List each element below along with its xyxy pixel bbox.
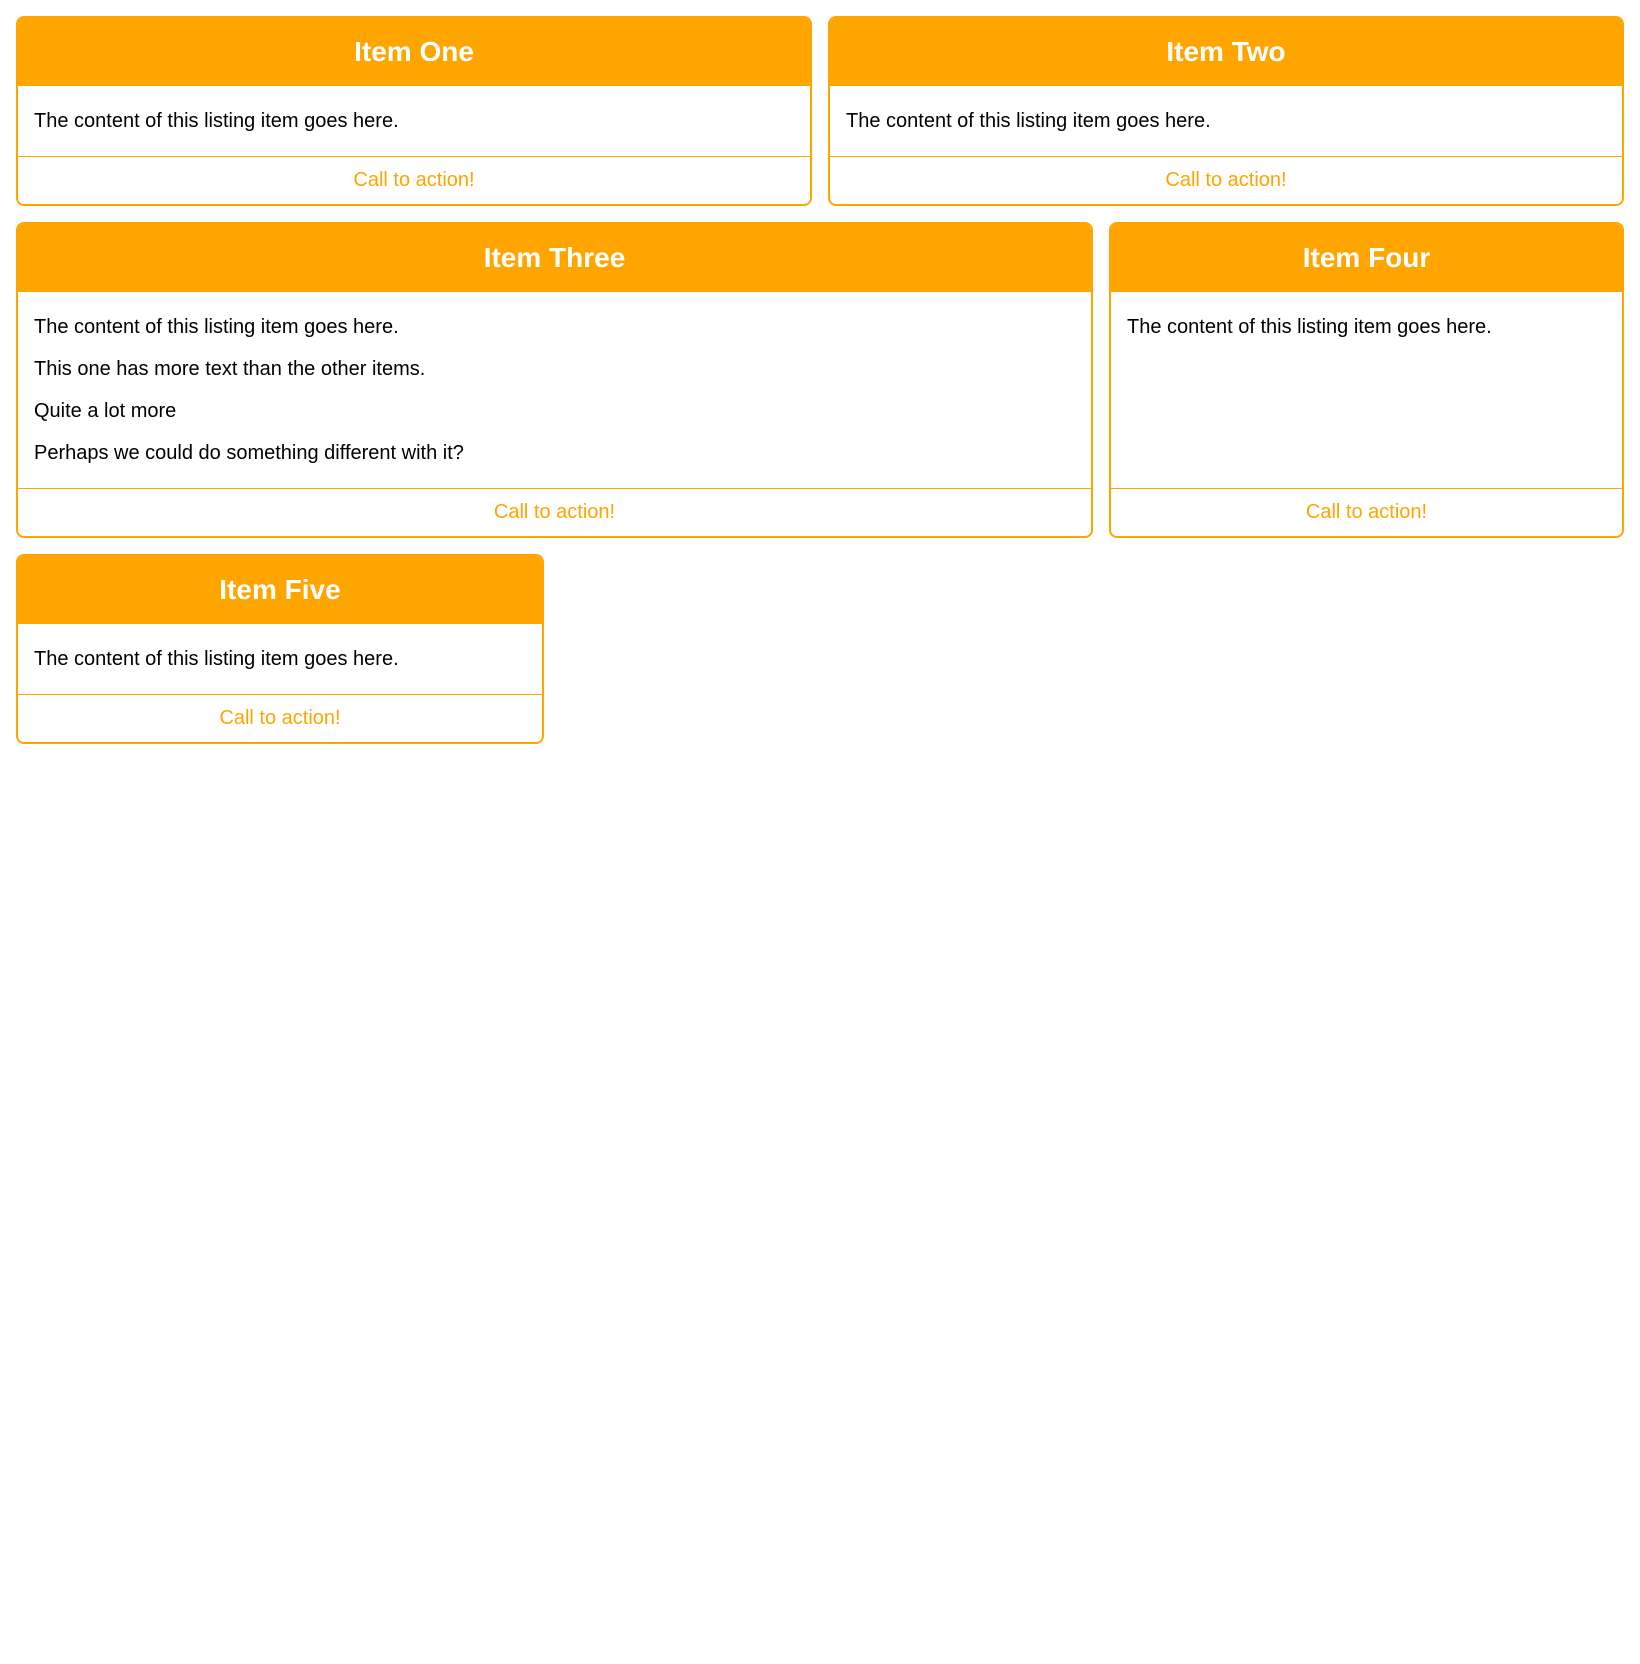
row-2: Item Three The content of this listing i… <box>16 222 1624 538</box>
card-header-item-one: Item One <box>18 18 810 86</box>
card-action-item-three[interactable]: Call to action! <box>494 501 615 524</box>
card-content-item-one: The content of this listing item goes he… <box>34 106 794 136</box>
card-header-item-two: Item Two <box>830 18 1622 86</box>
card-content-item-three-4: Perhaps we could do something different … <box>34 438 1075 468</box>
row-3: Item Five The content of this listing it… <box>16 554 1624 744</box>
card-title-item-five: Item Five <box>219 574 340 605</box>
card-title-item-three: Item Three <box>484 242 626 273</box>
card-action-item-one[interactable]: Call to action! <box>353 169 474 192</box>
card-content-item-two: The content of this listing item goes he… <box>846 106 1606 136</box>
card-footer-item-five: Call to action! <box>18 694 542 742</box>
card-footer-item-three: Call to action! <box>18 488 1091 536</box>
card-header-item-three: Item Three <box>18 224 1091 292</box>
card-body-item-five: The content of this listing item goes he… <box>18 624 542 694</box>
card-content-item-three-1: The content of this listing item goes he… <box>34 312 1075 342</box>
card-action-item-four[interactable]: Call to action! <box>1306 501 1427 524</box>
card-body-item-two: The content of this listing item goes he… <box>830 86 1622 156</box>
card-body-item-one: The content of this listing item goes he… <box>18 86 810 156</box>
card-item-four: Item Four The content of this listing it… <box>1109 222 1624 538</box>
card-content-item-three-2: This one has more text than the other it… <box>34 354 1075 384</box>
card-item-one: Item One The content of this listing ite… <box>16 16 812 206</box>
card-content-item-five: The content of this listing item goes he… <box>34 644 526 674</box>
card-body-item-three: The content of this listing item goes he… <box>18 292 1091 488</box>
card-title-item-two: Item Two <box>1166 36 1285 67</box>
card-footer-item-one: Call to action! <box>18 156 810 204</box>
card-content-item-three-3: Quite a lot more <box>34 396 1075 426</box>
card-body-item-four: The content of this listing item goes he… <box>1111 292 1622 488</box>
card-title-item-one: Item One <box>354 36 474 67</box>
card-header-item-four: Item Four <box>1111 224 1622 292</box>
card-header-item-five: Item Five <box>18 556 542 624</box>
card-content-item-four: The content of this listing item goes he… <box>1127 312 1606 342</box>
card-action-item-five[interactable]: Call to action! <box>219 707 340 730</box>
card-item-three: Item Three The content of this listing i… <box>16 222 1093 538</box>
card-action-item-two[interactable]: Call to action! <box>1165 169 1286 192</box>
card-item-two: Item Two The content of this listing ite… <box>828 16 1624 206</box>
card-item-five: Item Five The content of this listing it… <box>16 554 544 744</box>
row-1: Item One The content of this listing ite… <box>16 16 1624 206</box>
card-footer-item-four: Call to action! <box>1111 488 1622 536</box>
card-footer-item-two: Call to action! <box>830 156 1622 204</box>
card-title-item-four: Item Four <box>1303 242 1431 273</box>
